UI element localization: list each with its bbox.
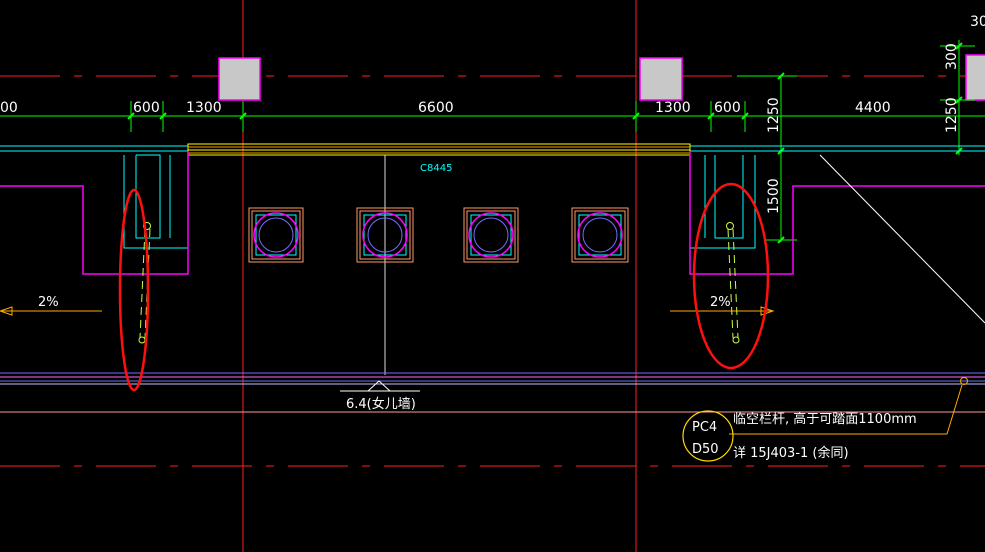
- dim-4400: 4400: [855, 100, 891, 116]
- column-left: [218, 57, 261, 101]
- column-right: [639, 57, 683, 101]
- dim-left-edge: 00: [0, 100, 18, 116]
- column-far-right: [965, 54, 985, 101]
- cad-drawing-canvas: 00 600 1300 6600 1300 600 4400 30 1250 1…: [0, 0, 985, 552]
- callout-code-bottom: D50: [692, 442, 719, 457]
- slope-label-left: 2%: [38, 295, 59, 310]
- dim-600-right: 600: [714, 100, 741, 116]
- dim-v-300: 300: [944, 43, 960, 70]
- dim-1300-left: 1300: [186, 100, 222, 116]
- parapet-elevation-label: 6.4(女儿墙): [346, 396, 416, 412]
- dim-6600: 6600: [418, 100, 454, 116]
- dim-v-1250-b: 1250: [944, 97, 960, 133]
- dim-v-1500: 1500: [766, 178, 782, 214]
- slope-label-right: 2%: [710, 295, 731, 310]
- window-tag: C8445: [420, 163, 452, 174]
- dim-600-left: 600: [133, 100, 160, 116]
- callout-note-line1: 临空栏杆, 高于可踏面1100mm: [733, 411, 917, 427]
- dim-top-right: 30: [970, 14, 985, 30]
- callout-code-top: PC4: [692, 420, 717, 435]
- dim-1300-right: 1300: [655, 100, 691, 116]
- dim-v-1250-a: 1250: [766, 97, 782, 133]
- callout-note-line2: 详 15J403-1 (余同): [733, 445, 849, 461]
